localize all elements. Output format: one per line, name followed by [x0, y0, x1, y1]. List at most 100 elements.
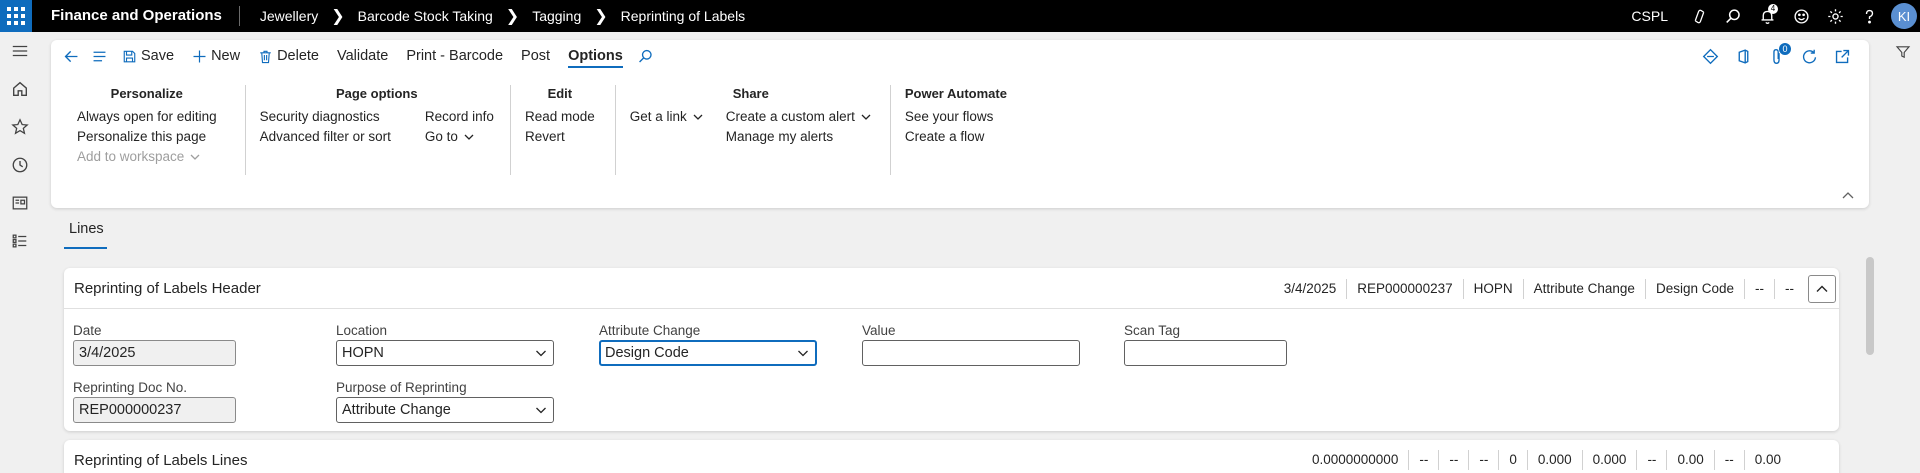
value-field-group: Value	[862, 322, 1080, 366]
refresh-button[interactable]	[1793, 40, 1826, 72]
search-button[interactable]	[1716, 0, 1750, 32]
app-title[interactable]: Finance and Operations	[32, 6, 240, 26]
chevron-up-icon	[1816, 285, 1828, 292]
collapse-action-pane-icon[interactable]	[1841, 188, 1855, 202]
attachments-button[interactable]: 0	[1760, 40, 1793, 72]
breadcrumb-item[interactable]: Jewellery	[260, 8, 318, 24]
always-open-for-editing-button[interactable]: Always open for editing	[77, 107, 217, 127]
go-to-label: Go to	[424, 129, 458, 144]
chevron-right-icon: ❯	[331, 8, 345, 25]
company-picker[interactable]: CSPL	[1631, 8, 1668, 24]
office-button[interactable]	[1727, 40, 1760, 72]
add-to-workspace-button[interactable]: Add to workspace	[77, 147, 217, 167]
modules-button[interactable]	[0, 222, 40, 260]
lines-fasttab-toggle[interactable]: Reprinting of Labels Lines 0.0000000000 …	[64, 440, 1839, 473]
avatar[interactable]: KI	[1891, 3, 1917, 29]
scan-tag-input[interactable]	[1124, 340, 1287, 366]
gear-icon	[1827, 8, 1843, 24]
go-to-button[interactable]: Go to	[425, 127, 494, 147]
manage-my-alerts-button[interactable]: Manage my alerts	[726, 127, 872, 147]
back-button[interactable]	[57, 40, 85, 72]
value-input[interactable]	[862, 340, 1080, 366]
search-icon	[639, 49, 653, 63]
summary-value: Attribute Change	[1522, 278, 1645, 299]
action-toolbar: Save New Delete Validate Print - Barcode…	[51, 40, 1869, 72]
group-share: Share Get a link Create a custom alert M…	[616, 85, 891, 175]
chevron-down-icon	[693, 114, 703, 120]
read-mode-button[interactable]: Read mode	[525, 107, 595, 127]
group-title: Power Automate	[904, 86, 1007, 101]
breadcrumb-item[interactable]: Barcode Stock Taking	[358, 8, 493, 24]
recent-button[interactable]	[0, 146, 40, 184]
see-your-flows-button[interactable]: See your flows	[905, 107, 1007, 127]
chevron-down-icon	[861, 114, 871, 120]
filter-pane-button[interactable]	[1886, 32, 1920, 72]
post-button[interactable]: Post	[512, 40, 559, 72]
open-in-new-window-button[interactable]	[1826, 40, 1859, 72]
copilot-button[interactable]	[1682, 0, 1716, 32]
purpose-label: Purpose of Reprinting	[336, 380, 467, 395]
fasttab-title: Reprinting of Labels Header	[74, 279, 261, 297]
header-fasttab-toggle[interactable]: Reprinting of Labels Header 3/4/2025 REP…	[64, 268, 1839, 309]
expand-navigation-button[interactable]	[0, 32, 40, 70]
date-field-group: Date 3/4/2025	[73, 322, 236, 366]
home-icon	[13, 81, 27, 96]
notification-count-badge: 4	[1768, 4, 1778, 14]
group-title: Personalize	[110, 86, 183, 101]
group-title: Share	[732, 86, 769, 101]
page-scrollbar[interactable]	[1866, 257, 1874, 355]
create-custom-alert-button[interactable]: Create a custom alert	[726, 107, 872, 127]
summary-value: 0	[1498, 450, 1527, 470]
breadcrumb-item-current[interactable]: Reprinting of Labels	[621, 8, 746, 24]
record-info-button[interactable]: Record info	[425, 107, 494, 127]
personalize-this-page-button[interactable]: Personalize this page	[77, 127, 217, 147]
date-label: Date	[73, 323, 102, 338]
app-launcher-button[interactable]	[0, 0, 32, 32]
attribute-change-label: Attribute Change	[599, 323, 701, 338]
reprinting-doc-no-field[interactable]: REP000000237	[73, 397, 236, 423]
location-label: Location	[336, 323, 388, 338]
summary-value: --	[1468, 450, 1498, 470]
purpose-dropdown[interactable]: Attribute Change	[336, 397, 554, 423]
breadcrumb-item[interactable]: Tagging	[532, 8, 581, 24]
chevron-down-icon	[536, 350, 546, 357]
summary-value: 3/4/2025	[1283, 280, 1337, 296]
summary-value: REP000000237	[1346, 278, 1462, 299]
find-action-button[interactable]	[632, 40, 660, 72]
home-button[interactable]	[0, 70, 40, 108]
location-dropdown[interactable]: HOPN	[336, 340, 554, 366]
collapse-fasttab-button[interactable]	[1808, 274, 1836, 303]
refresh-icon	[1802, 49, 1817, 63]
create-a-flow-button[interactable]: Create a flow	[905, 127, 1007, 147]
delete-button[interactable]: Delete	[249, 40, 328, 72]
feedback-button[interactable]	[1784, 0, 1818, 32]
tab-underline	[64, 247, 107, 249]
get-a-link-button[interactable]: Get a link	[630, 107, 704, 127]
settings-button[interactable]	[1818, 0, 1852, 32]
date-field[interactable]: 3/4/2025	[73, 340, 236, 366]
security-diagnostics-button[interactable]: Security diagnostics	[260, 107, 391, 127]
attachments-count-badge: 0	[1779, 43, 1791, 55]
summary-value: --	[1713, 450, 1744, 470]
chevron-down-icon	[536, 407, 546, 414]
new-button[interactable]: New	[183, 40, 249, 72]
workspaces-button[interactable]	[0, 184, 40, 222]
attribute-change-dropdown[interactable]: Design Code	[599, 340, 817, 366]
tab-options[interactable]: Options	[559, 40, 632, 72]
save-button[interactable]: Save	[113, 40, 183, 72]
notifications-button[interactable]: 4	[1750, 0, 1784, 32]
attribute-change-field-group: Attribute Change Design Code	[599, 322, 817, 366]
show-menu-button[interactable]	[85, 40, 113, 72]
plus-icon	[193, 50, 206, 62]
validate-button[interactable]: Validate	[328, 40, 397, 72]
power-apps-button[interactable]	[1694, 40, 1727, 72]
chevron-right-icon: ❯	[594, 8, 608, 25]
advanced-filter-button[interactable]: Advanced filter or sort	[260, 127, 391, 147]
group-edit: Edit Read mode Revert	[511, 85, 616, 175]
print-barcode-button[interactable]: Print - Barcode	[397, 40, 512, 72]
favorites-button[interactable]	[0, 108, 40, 146]
tab-lines[interactable]: Lines	[64, 219, 109, 239]
revert-button[interactable]: Revert	[525, 127, 595, 147]
help-button[interactable]	[1852, 0, 1886, 32]
summary-value: --	[1744, 278, 1774, 299]
